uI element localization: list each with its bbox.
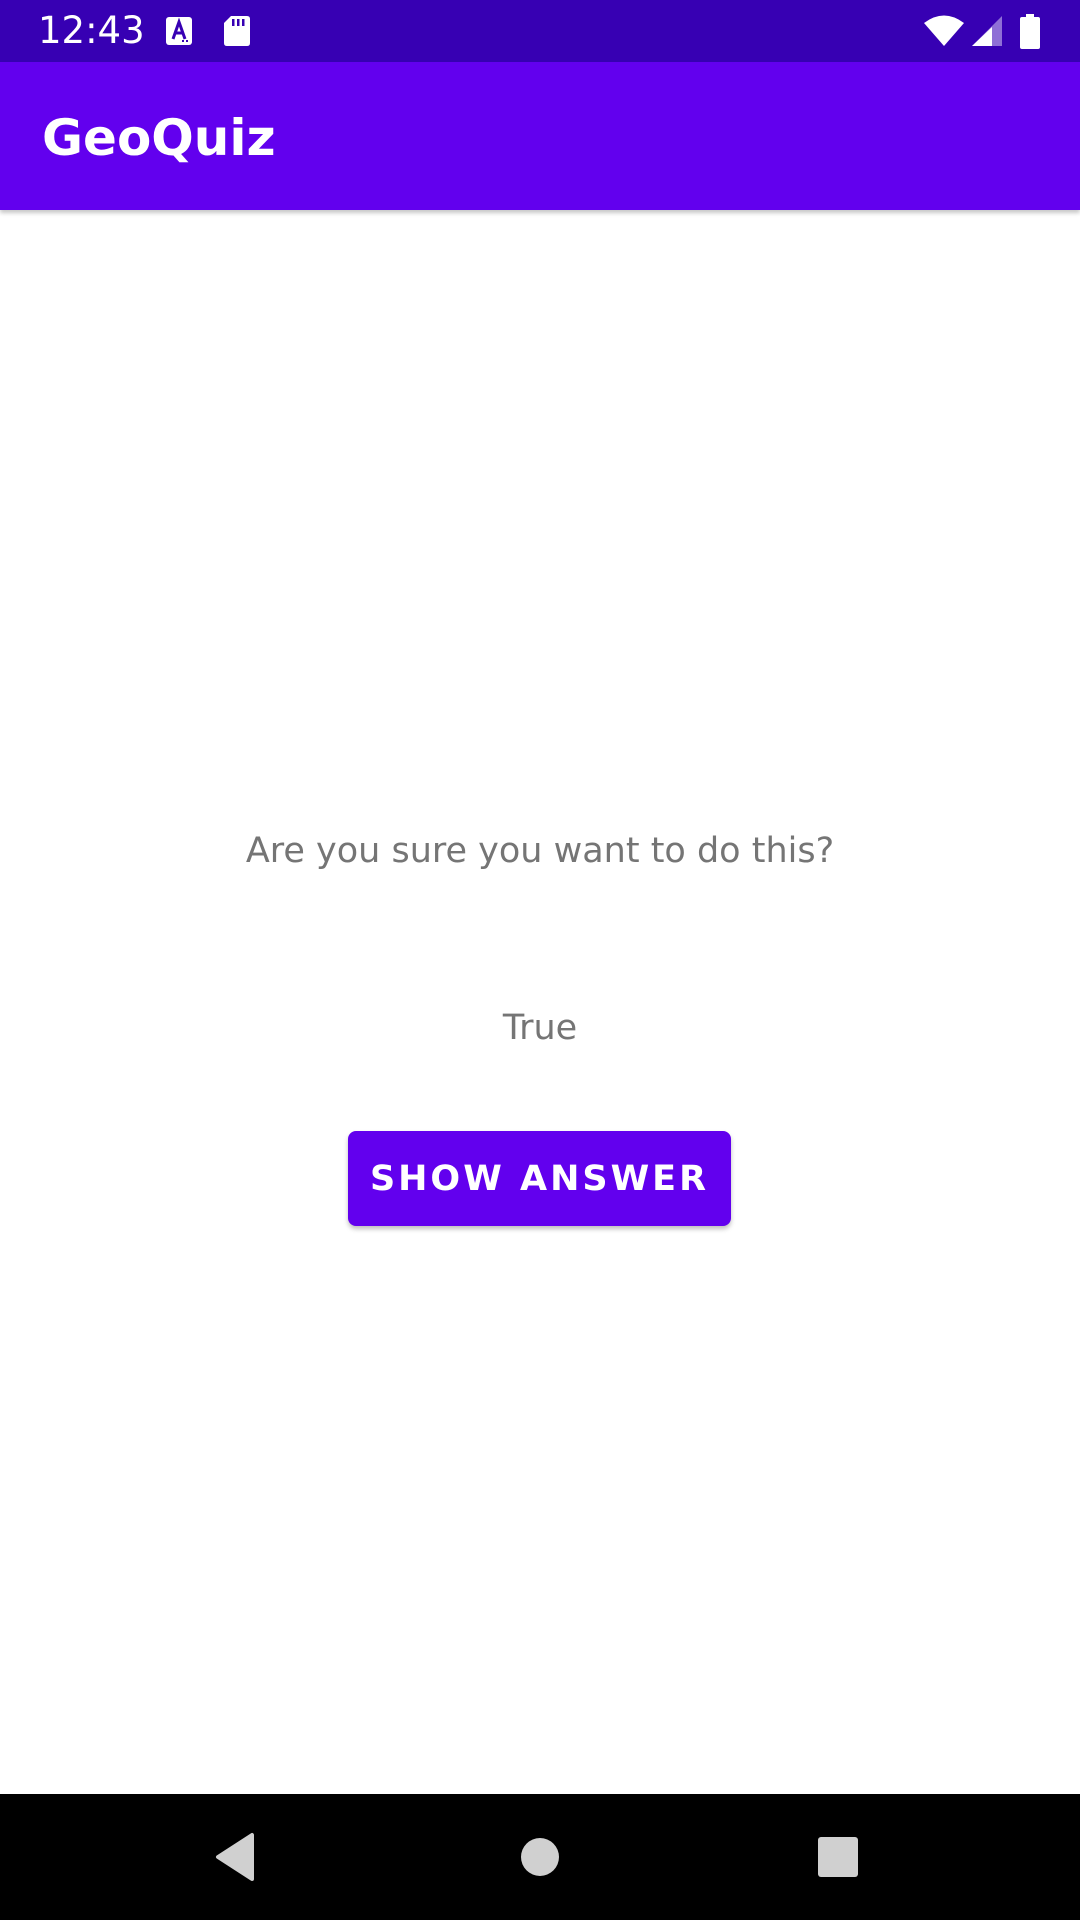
app-title: GeoQuiz	[42, 109, 276, 167]
navigation-bar	[0, 1794, 1080, 1920]
battery-icon	[1018, 14, 1042, 49]
sd-card-icon	[221, 14, 253, 48]
show-answer-button[interactable]: SHOW ANSWER	[348, 1131, 731, 1226]
cheat-screen: 12:43 GeoQuiz Are you sure you want to d…	[0, 0, 1080, 1920]
wifi-icon	[922, 14, 966, 48]
app-bar: GeoQuiz	[0, 62, 1080, 210]
text-a-icon	[163, 14, 195, 48]
home-icon[interactable]	[510, 1827, 570, 1887]
status-time: 12:43	[38, 9, 145, 52]
status-bar: 12:43	[0, 0, 1080, 62]
recents-icon[interactable]	[808, 1827, 868, 1887]
back-icon[interactable]	[208, 1827, 268, 1887]
answer-text: True	[502, 1008, 578, 1048]
signal-icon	[970, 14, 1004, 48]
warning-text: Are you sure you want to do this?	[245, 831, 835, 871]
